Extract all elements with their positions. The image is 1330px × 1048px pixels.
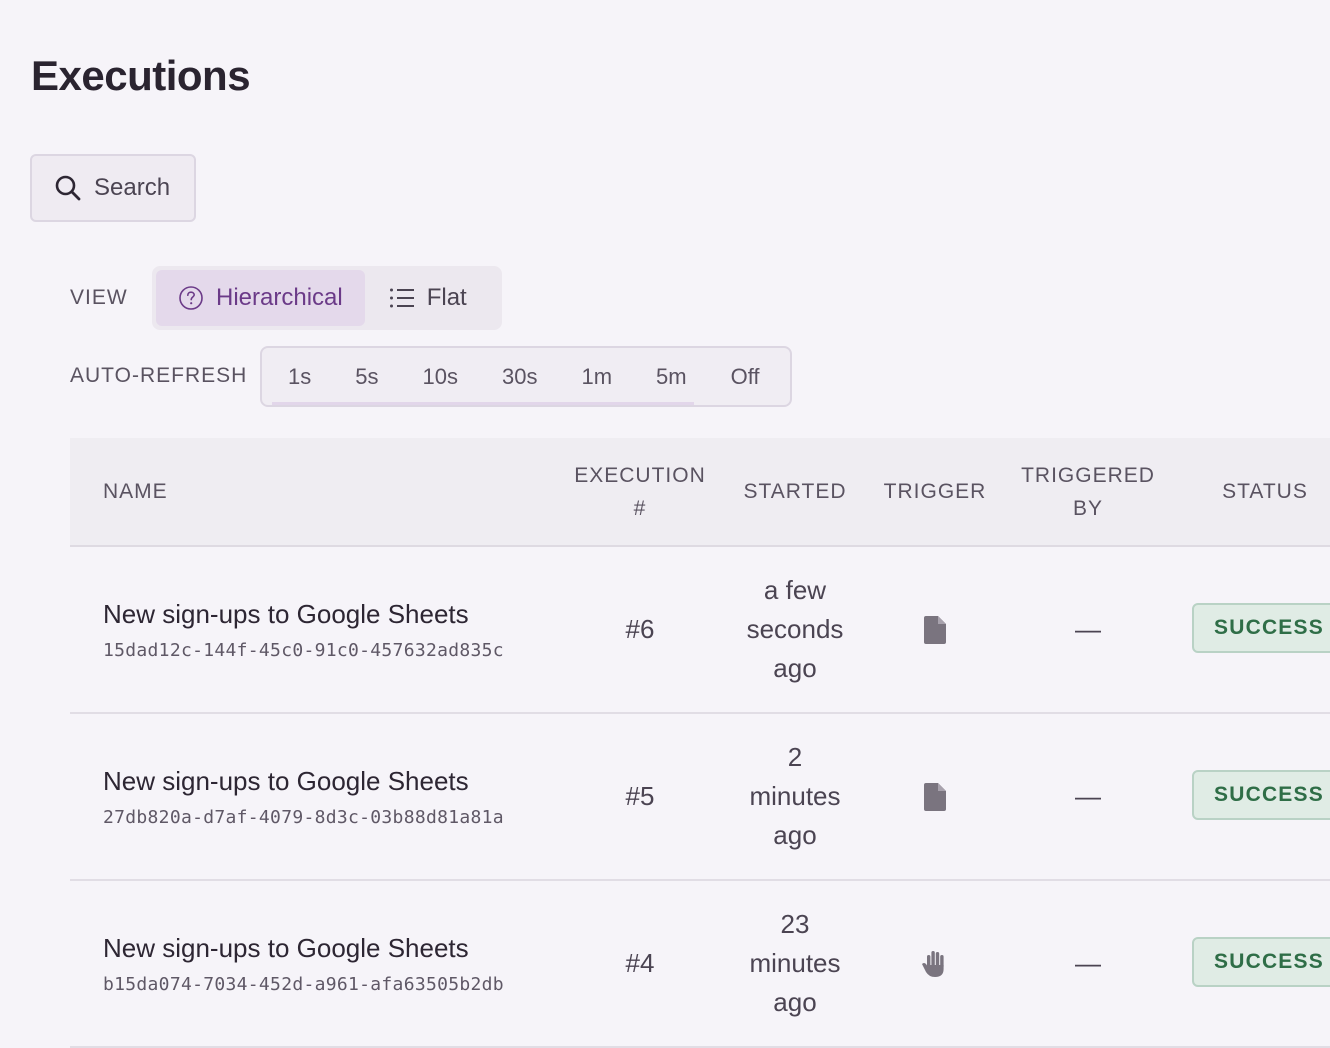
refresh-progress-bar: [272, 402, 694, 405]
execution-number: #5: [625, 781, 655, 811]
refresh-option-30s[interactable]: 30s: [480, 364, 559, 390]
page-title: Executions: [31, 52, 251, 99]
view-option-label: Hierarchical: [216, 284, 343, 311]
execution-name[interactable]: New sign-ups to Google Sheets: [103, 599, 469, 630]
status-badge: SUCCESS: [1192, 770, 1330, 820]
column-header-execution[interactable]: EXECUTION #: [570, 438, 710, 545]
started-time: 2 minutes ago: [749, 742, 841, 850]
status-badge: SUCCESS: [1192, 937, 1330, 987]
execution-name[interactable]: New sign-ups to Google Sheets: [103, 766, 469, 797]
auto-refresh-label: AUTO-REFRESH: [70, 364, 248, 387]
execution-number: #6: [625, 614, 655, 644]
triggered-by: —: [1075, 948, 1101, 978]
execution-id: b15da074-7034-452d-a961-afa63505b2db: [103, 973, 504, 995]
started-time: 23 minutes ago: [749, 909, 841, 1017]
file-icon: [924, 615, 946, 644]
column-header-status[interactable]: STATUS: [1205, 438, 1325, 545]
search-button[interactable]: Search: [30, 154, 196, 222]
triggered-by: —: [1075, 781, 1101, 811]
search-button-label: Search: [94, 174, 171, 201]
search-icon: [54, 174, 82, 202]
auto-refresh-group: 1s 5s 10s 30s 1m 5m Off: [260, 346, 792, 407]
column-header-started[interactable]: STARTED: [740, 438, 850, 545]
view-label: VIEW: [70, 286, 128, 309]
refresh-option-5s[interactable]: 5s: [333, 364, 400, 390]
view-option-label: Flat: [426, 284, 467, 311]
table-row[interactable]: New sign-ups to Google Sheets b15da074-7…: [70, 881, 1330, 1048]
refresh-option-5m[interactable]: 5m: [634, 364, 709, 390]
triggered-by: —: [1075, 614, 1101, 644]
column-header-name[interactable]: NAME: [103, 438, 168, 545]
refresh-option-1m[interactable]: 1m: [559, 364, 634, 390]
hand-icon: [920, 949, 950, 979]
table-row[interactable]: New sign-ups to Google Sheets 27db820a-d…: [70, 714, 1330, 881]
execution-id: 27db820a-d7af-4079-8d3c-03b88d81a81a: [103, 806, 504, 828]
column-header-trigger[interactable]: TRIGGER: [880, 438, 990, 545]
list-icon: [389, 287, 415, 309]
file-icon: [924, 782, 946, 811]
view-option-flat[interactable]: Flat: [367, 270, 489, 326]
execution-number: #4: [625, 948, 655, 978]
help-circle-icon: [178, 285, 204, 311]
executions-table: NAME EXECUTION # STARTED TRIGGER TRIGGER…: [70, 438, 1330, 1048]
view-toggle: Hierarchical Flat: [152, 266, 502, 330]
refresh-option-10s[interactable]: 10s: [401, 364, 480, 390]
execution-name[interactable]: New sign-ups to Google Sheets: [103, 933, 469, 964]
column-header-triggered-by[interactable]: TRIGGERED BY: [1018, 438, 1158, 545]
refresh-option-1s[interactable]: 1s: [266, 364, 333, 390]
refresh-option-off[interactable]: Off: [709, 364, 782, 390]
table-row[interactable]: New sign-ups to Google Sheets 15dad12c-1…: [70, 547, 1330, 714]
table-header: NAME EXECUTION # STARTED TRIGGER TRIGGER…: [70, 438, 1330, 547]
started-time: a few seconds ago: [746, 575, 844, 683]
execution-id: 15dad12c-144f-45c0-91c0-457632ad835c: [103, 639, 504, 661]
status-badge: SUCCESS: [1192, 603, 1330, 653]
view-option-hierarchical[interactable]: Hierarchical: [156, 270, 365, 326]
